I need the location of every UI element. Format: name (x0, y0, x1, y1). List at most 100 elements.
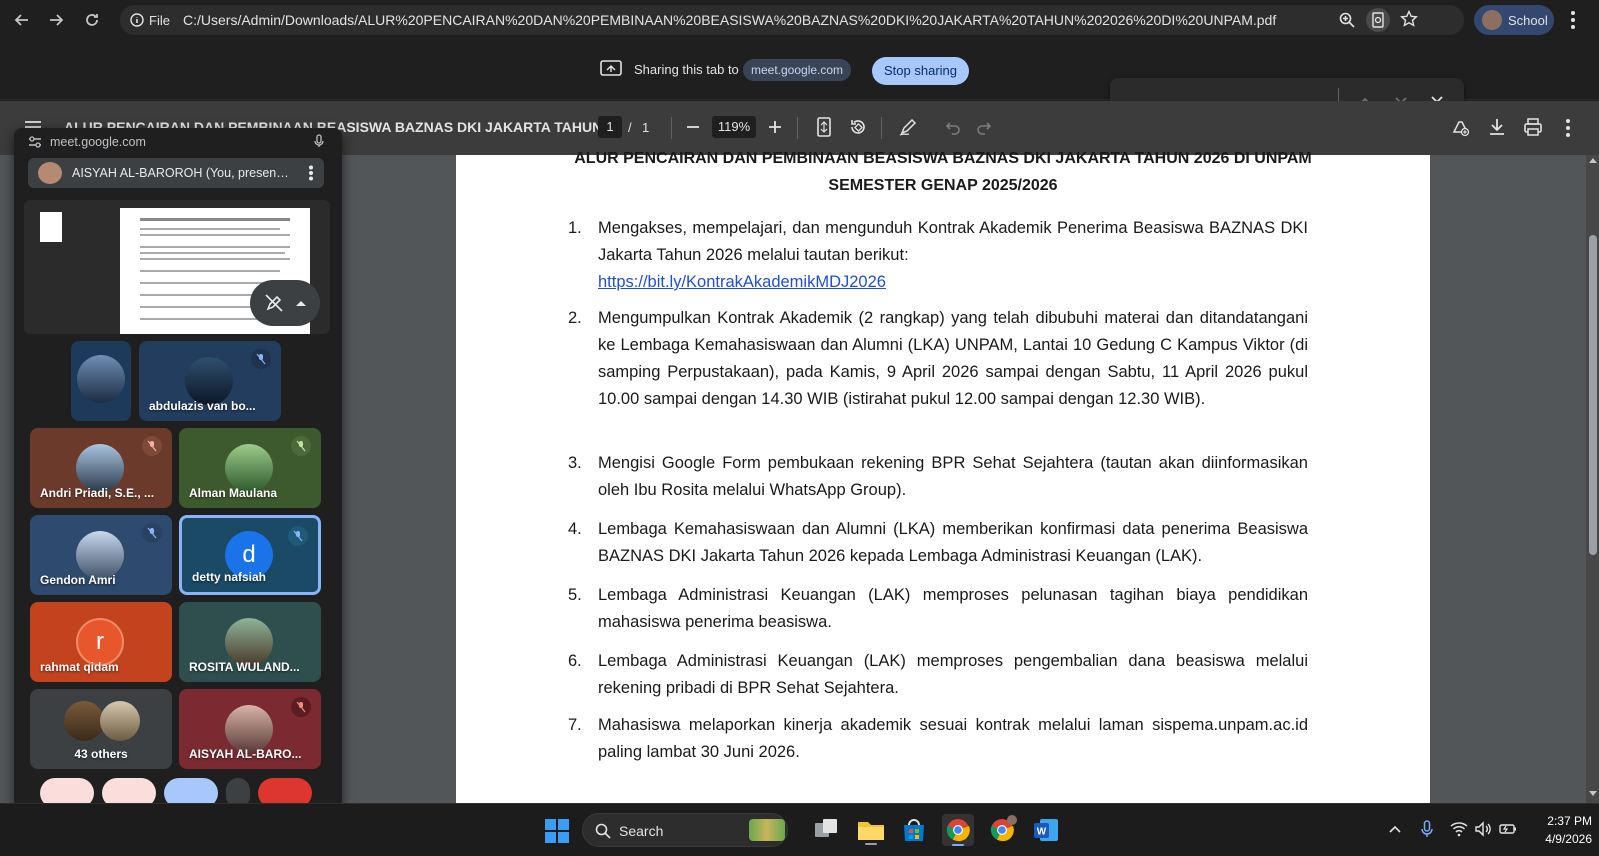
avatar (225, 444, 273, 492)
annotate-control[interactable] (250, 280, 320, 326)
scroll-up-arrow-icon[interactable] (1589, 157, 1597, 163)
participant-tile[interactable]: AISYAH AL-BARO... (179, 689, 321, 769)
profile-button[interactable]: School (1474, 5, 1554, 35)
item-number: 5. (568, 586, 582, 604)
avatar (1482, 10, 1502, 30)
volume-icon[interactable] (1474, 821, 1492, 837)
forward-button[interactable] (42, 6, 70, 34)
undo-icon[interactable] (945, 119, 961, 135)
participant-name: Andri Priadi, S.E., ... (40, 486, 155, 500)
microsoft-store-icon[interactable] (898, 814, 930, 846)
reload-button[interactable] (78, 6, 106, 34)
back-button[interactable] (8, 6, 36, 34)
contract-link[interactable]: https://bit.ly/KontrakAkademikMDJ2026 (598, 273, 886, 291)
participant-tile[interactable]: ROSITA WULAND... (179, 602, 321, 682)
page-total: 1 (642, 120, 650, 135)
arrow-right-icon (50, 14, 64, 26)
avatar (185, 357, 233, 405)
sharing-domain-chip[interactable]: meet.google.com (743, 59, 852, 81)
participant-tile[interactable]: Alman Maulana (179, 428, 321, 508)
zoom-level-input[interactable]: 119% (712, 116, 756, 138)
mic-off-icon (142, 436, 162, 456)
participant-name: AISYAH AL-BARO... (189, 747, 302, 761)
mic-off-icon (291, 436, 311, 456)
item-number: 3. (568, 454, 582, 472)
divider (881, 117, 882, 139)
fit-to-page-icon[interactable] (817, 117, 831, 137)
task-view-icon[interactable] (810, 814, 842, 846)
rotate-icon[interactable] (848, 117, 868, 137)
address-bar[interactable]: File C:/Users/Admin/Downloads/ALUR%20PEN… (120, 5, 1464, 35)
word-icon[interactable]: W (1030, 814, 1062, 846)
microphone-icon[interactable] (314, 134, 324, 148)
download-icon[interactable] (1488, 117, 1506, 137)
list-item: Mahasiswa melaporkan kinerja akademik se… (598, 716, 1308, 761)
divider (671, 117, 672, 139)
participant-tile[interactable]: r rahmat qidam (30, 602, 172, 682)
profile-label: School (1508, 12, 1548, 28)
participant-tile[interactable]: Gendon Amri (30, 515, 172, 595)
bookmark-star-icon[interactable] (1400, 10, 1418, 28)
participant-name: rahmat qidam (40, 660, 119, 674)
url-text[interactable]: C:/Users/Admin/Downloads/ALUR%20PENCAIRA… (183, 5, 1303, 35)
page-number-input[interactable]: 1 (598, 116, 622, 138)
arrow-left-icon (14, 14, 28, 26)
thumbnail (40, 212, 62, 242)
shared-screen-preview[interactable] (24, 200, 330, 334)
others-tile[interactable]: 43 others (30, 689, 172, 769)
windows-start-icon[interactable] (545, 819, 569, 843)
reload-icon (86, 14, 98, 26)
chrome-profile-icon[interactable] (986, 814, 1018, 846)
clock-time[interactable]: 2:37 PM (1530, 814, 1592, 828)
pdf-page: ALUR PENCAIRAN DAN PEMBINAAN BEASISWA BA… (456, 150, 1430, 805)
redo-icon[interactable] (976, 119, 992, 135)
scroll-down-arrow-icon[interactable] (1589, 791, 1597, 797)
item-text: Mengakses, mempelajari, dan mengunduh Ko… (598, 219, 1308, 264)
chevron-up-icon[interactable] (1388, 824, 1402, 834)
item-number: 7. (568, 716, 582, 734)
participant-name: ROSITA WULAND... (189, 660, 300, 674)
item-number: 4. (568, 520, 582, 538)
presenter-bar[interactable]: AISYAH AL-BAROROH (You, presenting, ... (28, 158, 324, 188)
participant-tile-active[interactable]: d detty nafsiah (179, 515, 321, 595)
stop-sharing-button[interactable]: Stop sharing (872, 57, 969, 85)
participant-name: abdulazis van bo... (149, 399, 256, 413)
screen-share-icon (600, 60, 622, 78)
drive-save-icon[interactable] (1450, 117, 1470, 137)
presenter-name: AISYAH AL-BAROROH (You, presenting, ... (72, 166, 292, 180)
zoom-icon[interactable] (1338, 11, 1356, 29)
print-icon[interactable] (1523, 117, 1543, 137)
site-settings-icon[interactable] (28, 136, 42, 148)
avatar (76, 444, 124, 492)
zoom-out-icon[interactable] (686, 120, 700, 134)
item-number: 2. (568, 309, 582, 327)
find-in-page-icon[interactable] (1366, 8, 1390, 32)
participant-tile[interactable] (71, 341, 131, 421)
zoom-in-icon[interactable] (768, 120, 782, 134)
participant-name: detty nafsiah (192, 570, 267, 584)
participant-tile[interactable]: Andri Priadi, S.E., ... (30, 428, 172, 508)
others-count: 43 others (74, 747, 128, 761)
file-explorer-icon[interactable] (855, 814, 887, 846)
chrome-icon[interactable] (942, 814, 974, 846)
item-number: 1. (568, 219, 582, 237)
avatar (77, 355, 125, 403)
more-options-icon[interactable] (1565, 118, 1571, 138)
participant-tile[interactable]: abdulazis van bo... (139, 341, 281, 421)
browser-toolbar: File C:/Users/Admin/Downloads/ALUR%20PEN… (0, 0, 1599, 40)
participant-name: Gendon Amri (40, 573, 116, 587)
search-highlight-image (749, 819, 785, 841)
annotate-pen-icon[interactable] (899, 118, 917, 136)
item-number: 6. (568, 652, 582, 670)
battery-icon[interactable] (1498, 821, 1518, 837)
clock-date[interactable]: 4/9/2026 (1522, 832, 1592, 846)
site-info-chip[interactable]: File (130, 9, 170, 31)
taskbar-search[interactable]: Search (582, 813, 788, 847)
avatar (76, 531, 124, 579)
search-label: Search (619, 823, 664, 839)
microphone-icon[interactable] (1421, 820, 1433, 838)
wifi-icon[interactable] (1450, 821, 1468, 837)
more-options-icon[interactable] (308, 165, 314, 181)
menu-kebab-icon[interactable] (1570, 10, 1576, 30)
scrollbar-thumb[interactable] (1589, 235, 1597, 555)
